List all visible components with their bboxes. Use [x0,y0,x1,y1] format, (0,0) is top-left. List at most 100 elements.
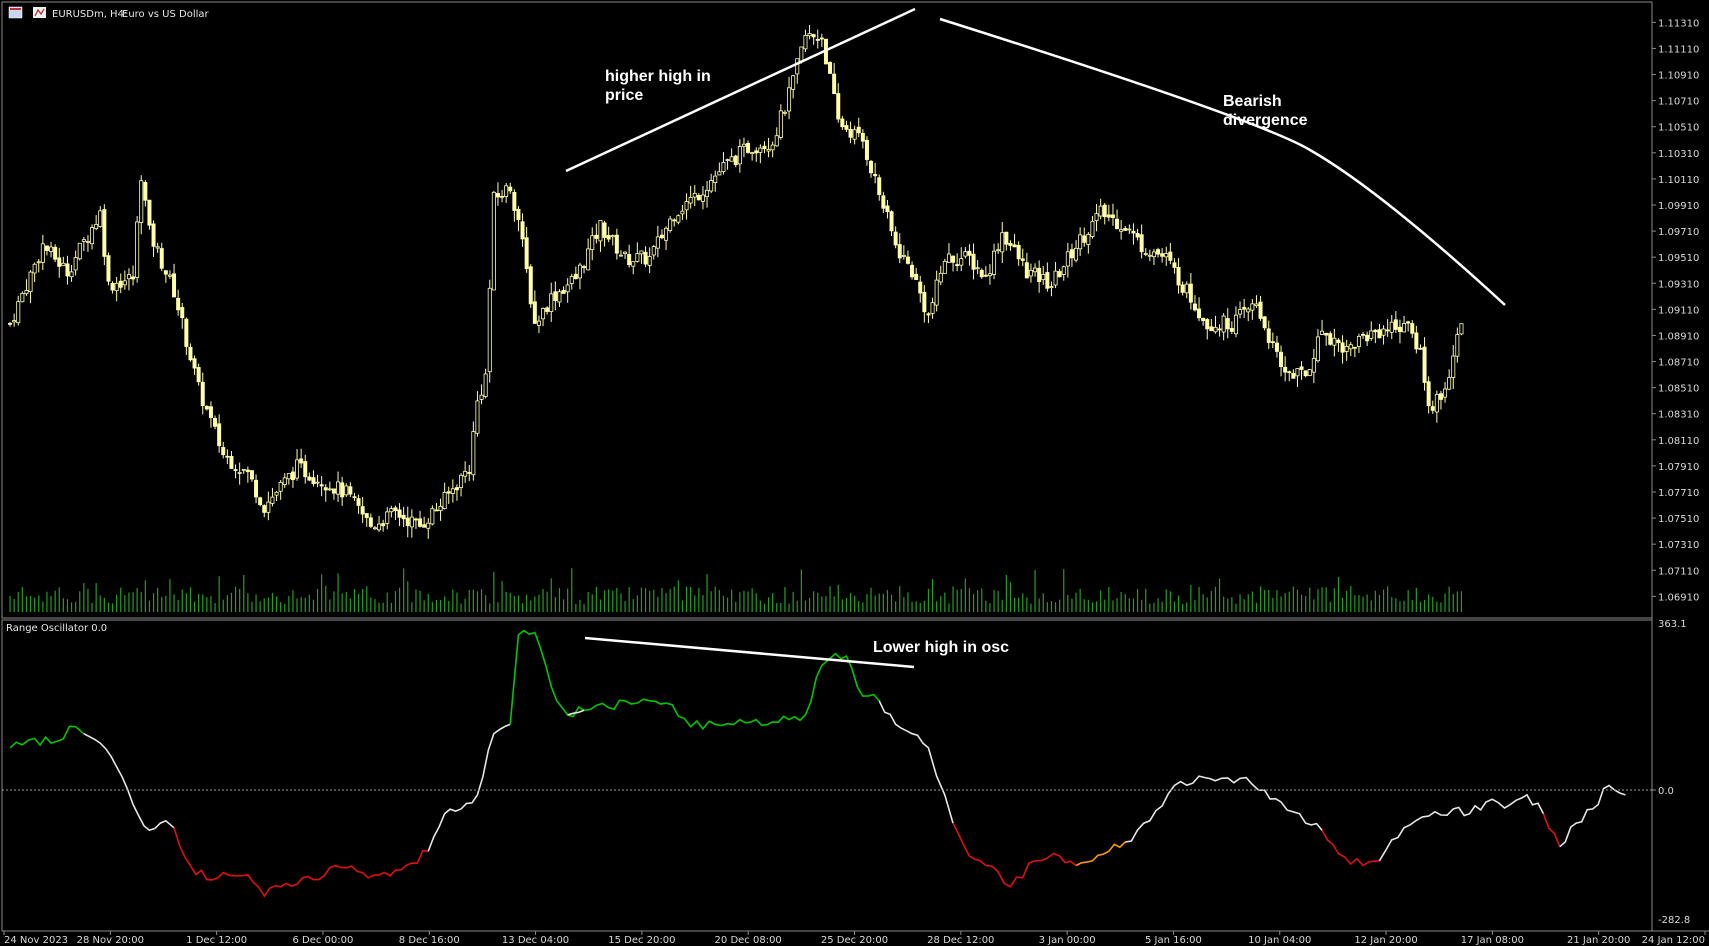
candle-body [1238,309,1243,315]
candle-body [44,245,49,251]
candle-body [463,470,468,477]
osc-segment [952,822,1077,888]
candle-body [434,509,439,512]
candle-body [135,221,140,278]
price-tick-label: 1.08510 [1658,384,1699,395]
candle-body [295,459,300,479]
candle-body [274,491,279,496]
price-tick-label: 1.10510 [1658,123,1699,134]
candle-body [869,160,874,174]
candle-body [623,251,628,254]
candle-body [69,271,74,278]
candle-body [167,274,172,277]
candle-body [40,243,45,263]
candle-body [889,211,894,232]
osc-high-trendline[interactable] [584,636,915,669]
candle-body [1000,232,1005,253]
candle-body [959,258,964,266]
candle-body [12,320,17,323]
osc-segment [9,725,85,749]
candle-body [331,488,336,494]
time-tick-label: 20 Dec 08:00 [715,935,782,946]
candle-body [1389,321,1394,333]
price-panel-frame [1,1,1653,619]
candle-body [1135,233,1140,238]
candle-body [1221,315,1226,333]
candle-body [1242,306,1247,310]
candle-body [770,144,775,151]
trading-chart[interactable]: EURUSDm, H4: Euro vs US Dollar Range Osc… [0,0,1709,946]
candle-body [1217,328,1222,331]
candle-body [1098,205,1103,217]
price-tick-label: 1.07510 [1658,514,1699,525]
candle-body [36,261,41,264]
candle-body [311,477,316,485]
candle-body [561,290,566,294]
candle-body [377,523,382,531]
osc-segment [1075,841,1126,867]
bearish-divergence-curve[interactable] [939,17,1506,306]
candle-body [1139,234,1144,253]
candle-body [635,253,640,262]
candle-body [737,146,742,165]
time-tick-label: 13 Dec 04:00 [502,935,569,946]
candle-body [348,486,353,495]
candle-body [602,222,607,238]
candle-body [1213,326,1218,333]
candle-body [278,481,283,492]
candle-body [1459,323,1464,335]
candle-body [1418,347,1423,350]
candle-body [290,471,295,481]
candle-body [1397,326,1402,332]
time-tick-label: 17 Jan 08:00 [1461,935,1524,946]
chart-title: EURUSDm, H4: Euro vs US Dollar [8,6,210,20]
osc-segment [83,732,175,832]
candle-body [106,255,111,282]
candle-body [713,175,718,183]
candle-body [319,484,324,487]
candle-body [639,250,644,255]
candle-body [241,468,246,471]
candle-body [1069,249,1074,259]
candle-body [1176,267,1181,286]
candle-body [8,322,13,325]
candle-body [1381,328,1386,336]
candle-body [504,185,509,197]
candle-body [647,256,652,266]
candle-body [61,262,66,267]
candle-body [631,261,636,267]
candle-body [778,110,783,138]
candle-body [368,517,373,527]
price-tick-label: 1.08110 [1658,436,1699,447]
candle-body [1197,308,1202,319]
annotation-bearish-line2: divergence [1223,112,1308,129]
candle-body [1258,301,1263,319]
candle-body [282,477,287,486]
candle-body [618,254,623,257]
candle-body [774,135,779,147]
candle-body [1406,321,1411,324]
candle-body [696,194,701,201]
time-tick-label: 8 Dec 16:00 [399,935,460,946]
candle-body [372,527,377,530]
candle-body [557,291,562,303]
candle-body [1053,270,1058,286]
candle-body [1160,253,1165,257]
candle-body [545,307,550,312]
candle-body [1385,329,1390,332]
candle-body [94,223,99,230]
candle-body [1209,326,1214,332]
candle-body [815,38,820,41]
candle-body [905,256,910,264]
candle-body [1028,269,1033,277]
candle-body [709,180,714,192]
candle-body [692,192,697,198]
price-tick-label: 1.07310 [1658,540,1699,551]
candle-body [741,143,746,147]
candle-body [442,492,447,509]
candle-body [1315,336,1320,362]
candle-body [971,253,976,270]
candle-body [1004,231,1009,245]
candle-body [249,470,254,480]
candle-body [528,266,533,305]
